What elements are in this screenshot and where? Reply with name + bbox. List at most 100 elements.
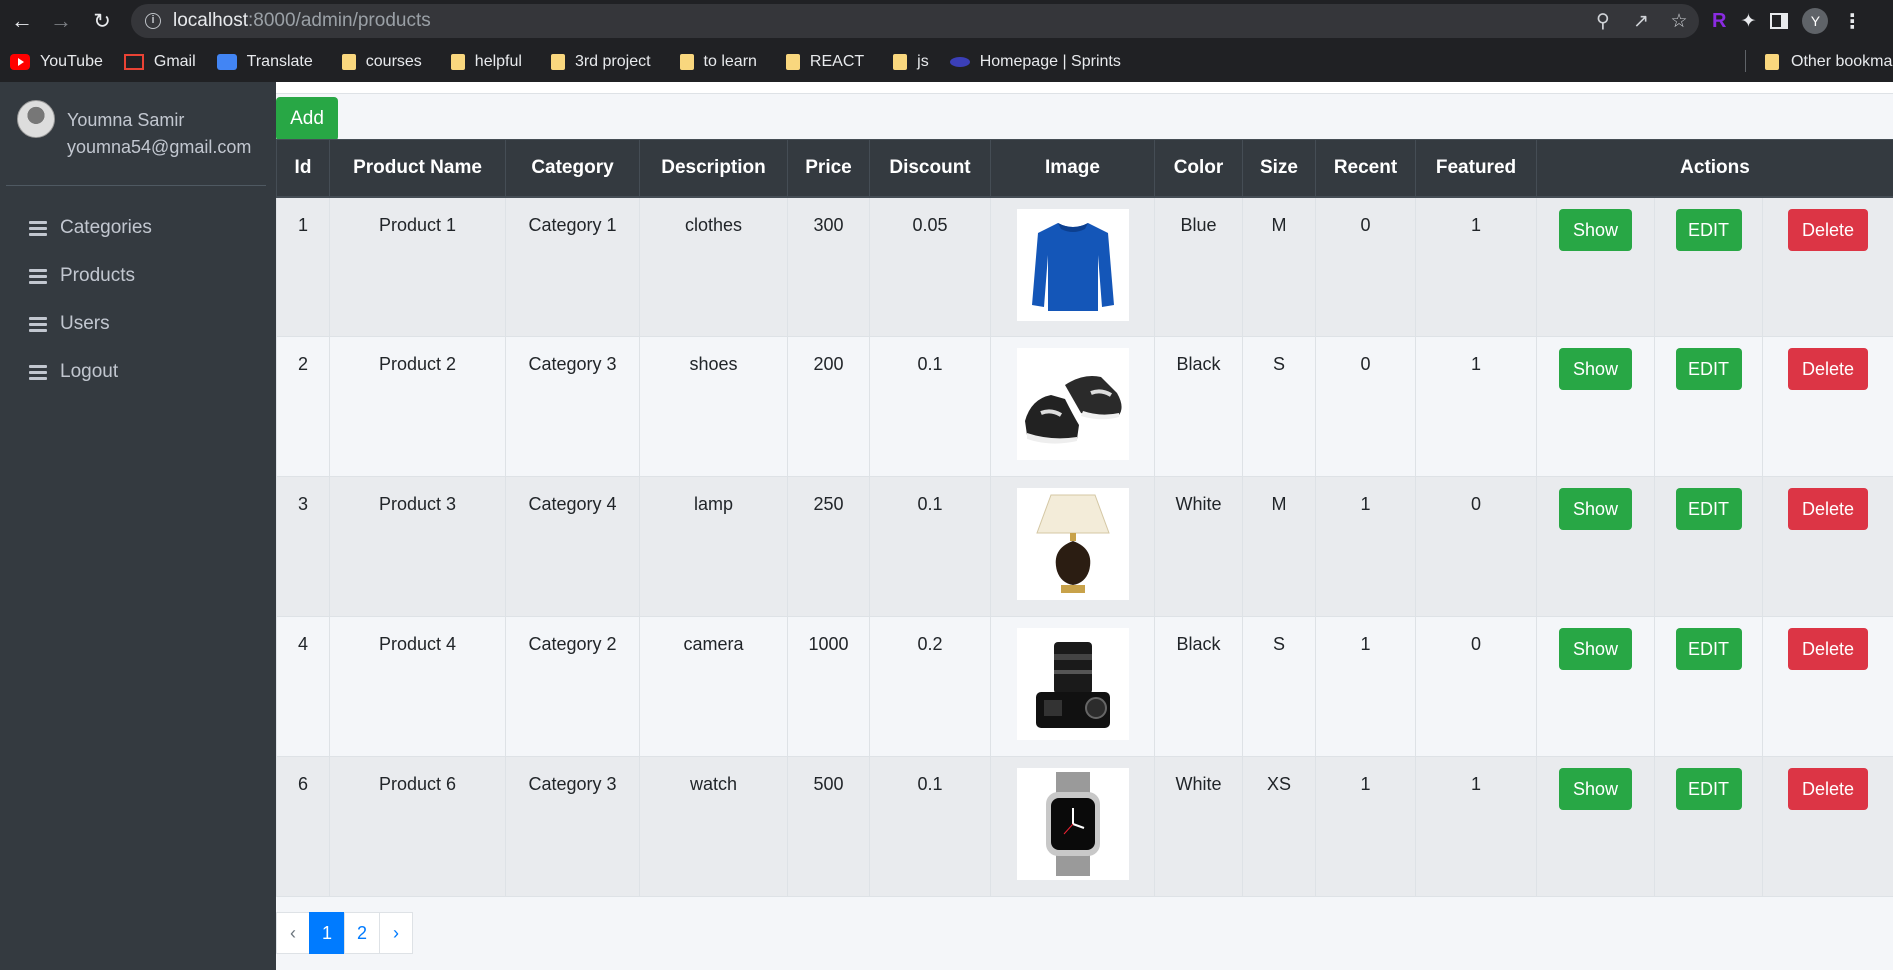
table-row: 4 Product 4 Category 2 camera 1000 0.2 B… xyxy=(276,616,1893,757)
cell-recent: 1 xyxy=(1315,476,1416,617)
sidebar-item-logout[interactable]: Logout xyxy=(0,348,276,396)
bookmark-courses[interactable]: courses xyxy=(334,53,422,71)
cell-show: Show xyxy=(1536,196,1655,337)
forward-icon[interactable]: → xyxy=(44,4,78,38)
col-size: Size xyxy=(1242,139,1316,198)
cell-show: Show xyxy=(1536,756,1655,897)
share-icon[interactable]: ↗ xyxy=(1629,10,1653,33)
address-bar[interactable]: i localhost:8000/admin/products ⚲ ↗ ☆ xyxy=(131,4,1699,38)
bookmark-star-icon[interactable]: ☆ xyxy=(1667,10,1691,33)
bookmark-react[interactable]: REACT xyxy=(778,53,864,71)
page-1[interactable]: 1 xyxy=(309,912,345,954)
col-product-name: Product Name xyxy=(329,139,506,198)
cell-recent: 1 xyxy=(1315,616,1416,757)
show-button[interactable]: Show xyxy=(1559,348,1632,390)
sidebar-divider xyxy=(6,185,266,186)
bookmarks-divider xyxy=(1745,50,1746,72)
delete-button[interactable]: Delete xyxy=(1788,488,1868,530)
avatar[interactable] xyxy=(17,100,55,138)
cell-show: Show xyxy=(1536,476,1655,617)
add-button[interactable]: Add xyxy=(276,97,338,141)
edit-button[interactable]: EDIT xyxy=(1675,768,1742,810)
gmail-icon xyxy=(123,54,144,70)
cell-name: Product 1 xyxy=(329,196,506,337)
sidebar-item-products[interactable]: Products xyxy=(0,252,276,300)
cell-price: 200 xyxy=(787,336,870,477)
youtube-icon xyxy=(10,54,30,70)
site-info-icon[interactable]: i xyxy=(145,13,161,29)
side-panel-icon[interactable] xyxy=(1770,13,1789,29)
other-bookmarks[interactable]: Other bookmarks xyxy=(1757,42,1893,82)
shoes-image xyxy=(1016,348,1129,460)
cell-recent: 0 xyxy=(1315,336,1416,477)
sidebar-menu: Categories Products Users Logout xyxy=(0,204,276,396)
table-header-row: Id Product Name Category Description Pri… xyxy=(276,139,1893,198)
cell-id: 6 xyxy=(276,756,330,897)
show-button[interactable]: Show xyxy=(1559,208,1632,251)
user-name[interactable]: Youmna Samir xyxy=(67,110,184,131)
show-button[interactable]: Show xyxy=(1559,768,1632,810)
cell-name: Product 2 xyxy=(329,336,506,477)
cell-show: Show xyxy=(1536,336,1655,477)
url-host: localhost xyxy=(173,10,248,31)
edit-button[interactable]: EDIT xyxy=(1675,628,1742,670)
cell-description: shoes xyxy=(639,336,788,477)
edit-button[interactable]: EDIT xyxy=(1675,348,1742,390)
extension-r-icon[interactable]: R xyxy=(1712,10,1726,33)
bookmark-youtube[interactable]: YouTube xyxy=(10,53,103,71)
cell-recent: 0 xyxy=(1315,196,1416,337)
delete-button[interactable]: Delete xyxy=(1788,628,1868,670)
bookmark-translate[interactable]: Translate xyxy=(216,53,313,71)
cell-description: lamp xyxy=(639,476,788,617)
cell-image xyxy=(990,196,1155,337)
folder-icon xyxy=(550,54,565,70)
delete-button[interactable]: Delete xyxy=(1788,768,1868,810)
folder-icon xyxy=(1765,54,1779,70)
page-prev[interactable]: ‹ xyxy=(276,912,310,954)
bookmark-gmail[interactable]: Gmail xyxy=(123,53,196,71)
cell-discount: 0.2 xyxy=(869,616,991,757)
cell-edit: EDIT xyxy=(1654,756,1763,897)
edit-button[interactable]: EDIT xyxy=(1675,208,1742,251)
cell-color: Blue xyxy=(1154,196,1243,337)
bookmark-to-learn[interactable]: to learn xyxy=(672,53,757,71)
delete-button[interactable]: Delete xyxy=(1788,208,1868,251)
sidebar-item-categories[interactable]: Categories xyxy=(0,204,276,252)
back-icon[interactable]: ← xyxy=(5,4,39,38)
cell-id: 1 xyxy=(276,196,330,337)
cell-delete: Delete xyxy=(1762,196,1893,337)
bookmark-helpful[interactable]: helpful xyxy=(443,53,522,71)
cell-name: Product 3 xyxy=(329,476,506,617)
top-strip xyxy=(276,82,1893,94)
col-price: Price xyxy=(787,139,870,198)
cell-name: Product 6 xyxy=(329,756,506,897)
cell-id: 3 xyxy=(276,476,330,617)
bookmark-homepage-sprints[interactable]: Homepage | Sprints xyxy=(949,53,1121,71)
col-description: Description xyxy=(639,139,788,198)
cell-description: camera xyxy=(639,616,788,757)
col-color: Color xyxy=(1154,139,1243,198)
show-button[interactable]: Show xyxy=(1559,488,1632,530)
show-button[interactable]: Show xyxy=(1559,628,1632,670)
delete-button[interactable]: Delete xyxy=(1788,348,1868,390)
page-2[interactable]: 2 xyxy=(344,912,380,954)
bookmark-3rd-project[interactable]: 3rd project xyxy=(543,53,651,71)
cell-category: Category 1 xyxy=(505,196,640,337)
cell-delete: Delete xyxy=(1762,476,1893,617)
edit-button[interactable]: EDIT xyxy=(1675,488,1742,530)
cell-color: White xyxy=(1154,476,1243,617)
translate-icon xyxy=(216,54,237,70)
sidebar-item-users[interactable]: Users xyxy=(0,300,276,348)
browser-menu-icon[interactable]: ⋮ xyxy=(1842,9,1862,34)
cell-delete: Delete xyxy=(1762,756,1893,897)
extensions-puzzle-icon[interactable]: ✦ xyxy=(1740,10,1756,33)
profile-avatar[interactable]: Y xyxy=(1802,8,1829,34)
cell-category: Category 2 xyxy=(505,616,640,757)
bookmark-js[interactable]: js xyxy=(885,53,929,71)
cell-show: Show xyxy=(1536,616,1655,757)
cell-featured: 0 xyxy=(1415,616,1537,757)
page-next[interactable]: › xyxy=(379,912,413,954)
reload-icon[interactable]: ↻ xyxy=(85,4,119,38)
col-id: Id xyxy=(276,139,330,198)
zoom-icon[interactable]: ⚲ xyxy=(1591,10,1615,33)
